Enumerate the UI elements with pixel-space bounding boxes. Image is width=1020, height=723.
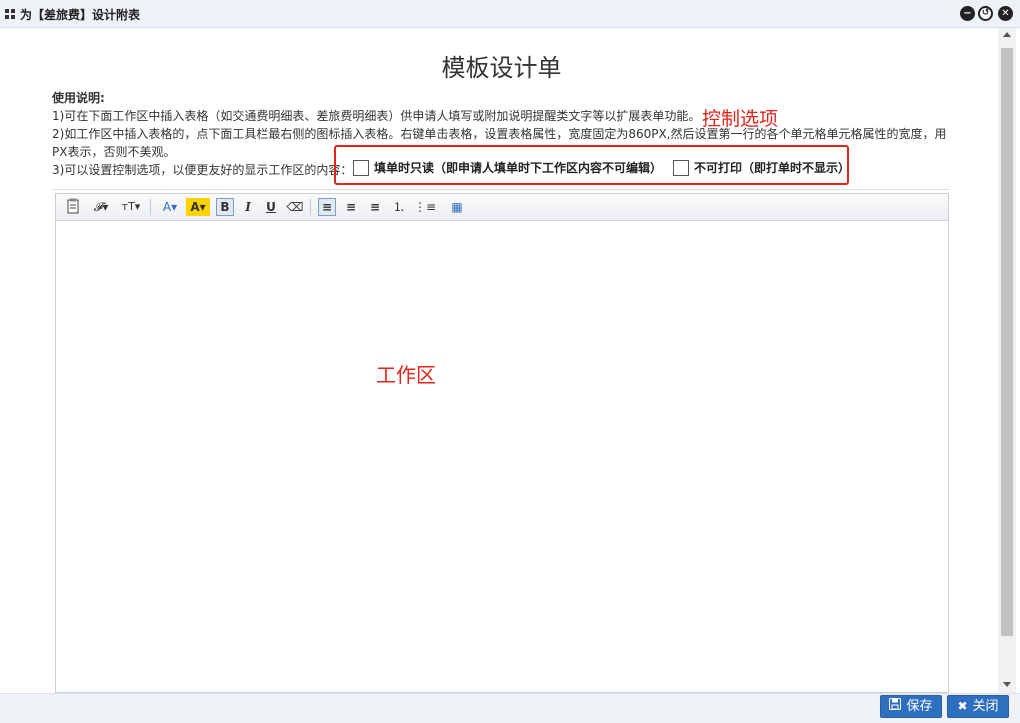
instructions-heading: 使用说明: (52, 91, 105, 105)
readonly-checkbox[interactable] (353, 159, 369, 176)
control-options-annotation: 控制选项 (702, 108, 779, 130)
highlight-icon[interactable]: A▾ (186, 198, 210, 216)
toolbar-separator (310, 199, 311, 215)
editor-toolbar: 𝓕▾ тT▾ A▾ A▾ B I U ⌫ ≡ ≡ ≡ ⒈ ⋮≡ ▦ (56, 194, 948, 221)
unordered-list-icon[interactable]: ⋮≡ (414, 198, 436, 216)
readonly-option[interactable]: 填单时只读（即申请人填单时下工作区内容不可编辑） (353, 159, 662, 176)
rich-text-editor: 𝓕▾ тT▾ A▾ A▾ B I U ⌫ ≡ ≡ ≡ ⒈ ⋮≡ ▦ 工作区 (55, 193, 949, 693)
scroll-up-icon[interactable] (1003, 32, 1011, 37)
instruction-line-2a: 2)如工作区中插入表格的，点下面工具栏最右侧的图标插入表格。右键单击表格，设置表… (52, 127, 947, 141)
editor-work-area[interactable]: 工作区 (56, 221, 948, 692)
font-color-icon[interactable]: A▾ (159, 198, 181, 216)
content-frame: 模板设计单 使用说明: 1)可在下面工作区中插入表格（如交通费明细表、差旅费明细… (5, 28, 998, 693)
align-left-icon[interactable]: ≡ (318, 198, 336, 216)
instruction-line-1: 1)可在下面工作区中插入表格（如交通费明细表、差旅费明细表）供申请人填写或附加说… (52, 109, 701, 123)
save-icon (889, 695, 902, 718)
font-size-icon[interactable]: тT▾ (118, 198, 144, 216)
close-x-icon: ✖ (957, 699, 968, 713)
divider (52, 189, 950, 190)
minimize-icon[interactable]: − (960, 6, 975, 21)
vertical-scrollbar[interactable] (998, 28, 1016, 693)
no-print-option[interactable]: 不可打印（即打单时不显示） (673, 159, 850, 176)
grid-menu-icon[interactable] (5, 9, 16, 19)
underline-icon[interactable]: U (262, 198, 280, 216)
save-button-label: 保存 (906, 699, 933, 714)
align-right-icon[interactable]: ≡ (366, 198, 384, 216)
save-button[interactable]: 保存 (880, 695, 942, 718)
work-area-annotation: 工作区 (376, 363, 436, 387)
font-family-icon[interactable]: 𝓕▾ (89, 198, 113, 216)
no-print-option-label: 不可打印（即打单时不显示） (694, 161, 851, 175)
italic-icon[interactable]: I (239, 198, 257, 216)
eraser-icon[interactable]: ⌫ (286, 198, 304, 216)
restore-icon[interactable]: ↺ (978, 6, 993, 21)
no-print-checkbox[interactable] (673, 159, 689, 176)
scroll-thumb[interactable] (1001, 48, 1013, 636)
footer-bar: 保存 ✖ 关闭 (0, 693, 1020, 723)
bold-icon[interactable]: B (216, 198, 234, 216)
align-center-icon[interactable]: ≡ (342, 198, 360, 216)
close-button[interactable]: ✖ 关闭 (947, 695, 1009, 718)
scroll-down-icon[interactable] (1003, 682, 1011, 687)
page-title: 模板设计单 (441, 54, 562, 82)
toolbar-separator (150, 199, 151, 215)
window-title: 为【差旅费】设计附表 (20, 8, 141, 22)
paste-icon[interactable] (64, 198, 82, 216)
ordered-list-icon[interactable]: ⒈ (390, 198, 408, 216)
insert-table-icon[interactable]: ▦ (448, 198, 466, 216)
readonly-option-label: 填单时只读（即申请人填单时下工作区内容不可编辑） (374, 161, 663, 175)
close-window-icon[interactable]: ✕ (998, 6, 1013, 21)
window-titlebar: 为【差旅费】设计附表 − ↺ ✕ (0, 0, 1020, 28)
close-button-label: 关闭 (972, 699, 999, 714)
